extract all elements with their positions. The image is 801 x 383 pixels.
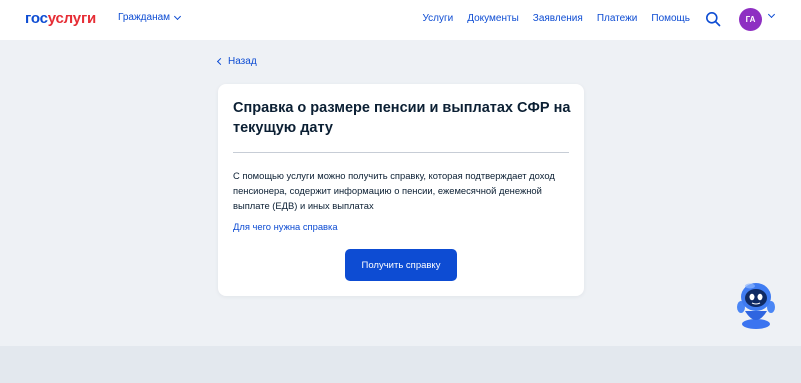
nav-item-payments[interactable]: Платежи bbox=[597, 13, 638, 24]
why-certificate-link[interactable]: Для чего нужна справка bbox=[233, 221, 338, 232]
main-nav: Услуги Документы Заявления Платежи Помощ… bbox=[422, 13, 690, 24]
service-card: Справка о размере пенсии и выплатах СФР … bbox=[218, 84, 584, 296]
divider bbox=[233, 152, 569, 153]
chevron-left-icon bbox=[216, 57, 225, 66]
audience-label: Гражданам bbox=[118, 12, 171, 23]
logo-part-gos: гос bbox=[25, 10, 48, 27]
get-certificate-button[interactable]: Получить справку bbox=[345, 249, 457, 281]
back-link[interactable]: Назад bbox=[216, 56, 257, 67]
nav-item-documents[interactable]: Документы bbox=[467, 13, 519, 24]
gosuslugi-logo[interactable]: госуслуги bbox=[25, 10, 96, 28]
chevron-down-icon[interactable] bbox=[767, 10, 776, 19]
top-header: госуслуги Гражданам Услуги Документы Зая… bbox=[0, 0, 801, 40]
footer-band bbox=[0, 346, 801, 383]
chevron-down-icon bbox=[173, 12, 182, 20]
avatar-initials: ГА bbox=[745, 15, 756, 24]
back-label: Назад bbox=[228, 56, 257, 67]
nav-item-applications[interactable]: Заявления bbox=[533, 13, 583, 24]
page-title: Справка о размере пенсии и выплатах СФР … bbox=[233, 100, 571, 136]
robot-assistant-icon[interactable] bbox=[731, 277, 781, 331]
audience-dropdown[interactable]: Гражданам bbox=[118, 12, 182, 23]
service-description: С помощью услуги можно получить справку,… bbox=[233, 170, 555, 211]
nav-item-help[interactable]: Помощь bbox=[651, 13, 690, 24]
avatar[interactable]: ГА bbox=[739, 8, 762, 31]
search-icon[interactable] bbox=[705, 11, 721, 27]
nav-item-services[interactable]: Услуги bbox=[422, 13, 453, 24]
logo-part-uslugi: услуги bbox=[47, 10, 97, 27]
